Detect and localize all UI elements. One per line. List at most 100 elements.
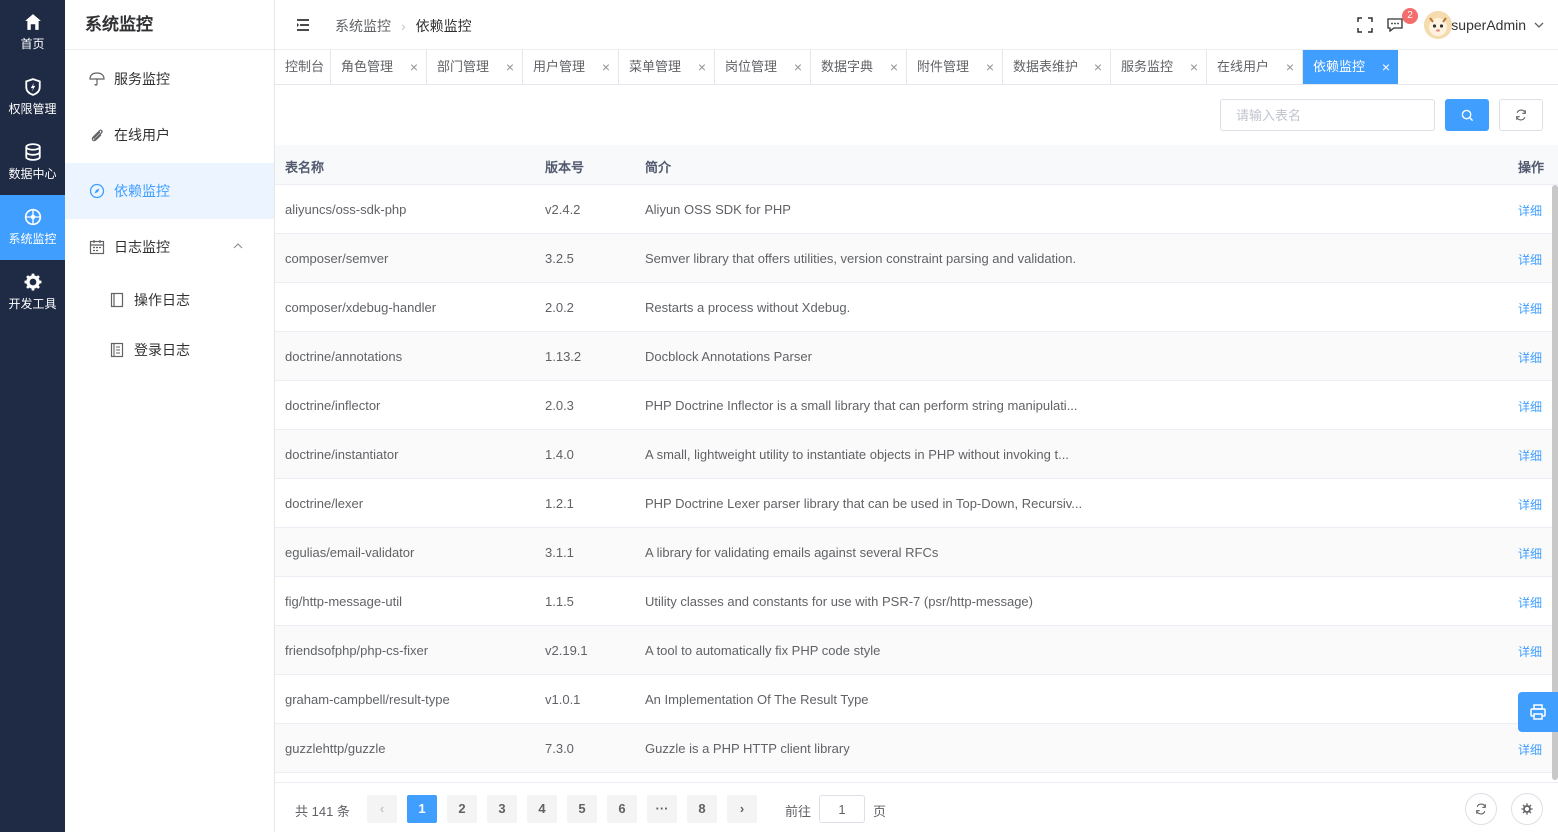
page-button[interactable]: 5 <box>567 795 597 823</box>
goto-page-input[interactable] <box>819 795 865 823</box>
rail-item-dev-tools[interactable]: 开发工具 <box>0 260 65 325</box>
prev-page-button[interactable]: ‹ <box>367 795 397 823</box>
close-icon[interactable]: × <box>1190 50 1198 84</box>
page-button[interactable]: 4 <box>527 795 557 823</box>
cell-name: friendsofphp/php-cs-fixer <box>285 643 429 658</box>
paperclip-icon <box>91 129 103 142</box>
table-settings-button[interactable] <box>1511 793 1543 825</box>
umbrella-icon <box>89 72 105 86</box>
table-row: friendsofphp/php-cs-fixer v2.19.1 A tool… <box>275 626 1555 675</box>
table-row: doctrine/annotations 1.13.2 Docblock Ann… <box>275 332 1555 381</box>
page-button[interactable]: 2 <box>447 795 477 823</box>
tab-attachments[interactable]: 附件管理 × <box>907 50 1003 84</box>
table-scrollbar[interactable] <box>1552 185 1558 780</box>
chevron-down-icon[interactable] <box>1534 21 1544 29</box>
calendar-icon <box>89 240 105 255</box>
menu-item-operation-log[interactable]: 操作日志 <box>65 275 274 325</box>
floating-tool-button[interactable] <box>1518 692 1558 732</box>
close-icon[interactable]: × <box>1286 50 1294 84</box>
close-icon[interactable]: × <box>1382 50 1390 84</box>
settings-icon <box>1521 803 1533 815</box>
menu-item-online-users[interactable]: 在线用户 <box>65 107 274 163</box>
refresh-icon <box>1516 109 1526 121</box>
tab-users[interactable]: 用户管理 × <box>523 50 619 84</box>
tab-dashboard[interactable]: 控制台 <box>275 50 331 84</box>
detail-link[interactable]: 详细 <box>1518 741 1542 758</box>
table-row: aliyuncs/oss-sdk-php v2.4.2 Aliyun OSS S… <box>275 185 1555 234</box>
tab-online-users[interactable]: 在线用户 × <box>1207 50 1303 84</box>
cell-version: 3.1.1 <box>545 545 574 560</box>
close-icon[interactable]: × <box>986 50 994 84</box>
tab-roles[interactable]: 角色管理 × <box>331 50 427 84</box>
rail-item-home[interactable]: 首页 <box>0 0 65 65</box>
close-icon[interactable]: × <box>506 50 514 84</box>
close-icon[interactable]: × <box>410 50 418 84</box>
cell-description: Semver library that offers utilities, ve… <box>645 251 1077 266</box>
printer-icon <box>1530 704 1546 720</box>
tab-table-maintenance[interactable]: 数据表维护 × <box>1003 50 1111 84</box>
username[interactable]: superAdmin <box>1451 17 1526 33</box>
search-input[interactable] <box>1220 99 1435 131</box>
more-pages-button[interactable]: ··· <box>647 795 677 823</box>
cell-version: 7.3.0 <box>545 741 574 756</box>
detail-link[interactable]: 详细 <box>1518 398 1542 415</box>
cell-name: composer/semver <box>285 251 389 266</box>
page-button[interactable]: 6 <box>607 795 637 823</box>
detail-link[interactable]: 详细 <box>1518 300 1542 317</box>
avatar[interactable] <box>1424 11 1452 39</box>
rail-item-system-monitor[interactable]: 系统监控 <box>0 195 65 260</box>
tab-service-monitor[interactable]: 服务监控 × <box>1111 50 1207 84</box>
cell-name: guzzlehttp/guzzle <box>285 741 386 756</box>
rail-item-permissions[interactable]: 权限管理 <box>0 65 65 130</box>
cell-version: v1.0.1 <box>545 692 581 707</box>
next-page-button[interactable]: › <box>727 795 757 823</box>
cell-description: A library for validating emails against … <box>645 545 939 560</box>
tab-label: 附件管理 <box>917 59 970 74</box>
menu-item-log-monitor[interactable]: 日志监控 <box>65 219 274 275</box>
menu-item-dependency-monitor[interactable]: 依赖监控 <box>65 163 274 219</box>
search-button[interactable] <box>1445 99 1489 131</box>
fullscreen-icon[interactable] <box>1357 17 1373 33</box>
refresh-button[interactable] <box>1499 99 1543 131</box>
tab-label: 数据表维护 <box>1013 59 1079 74</box>
detail-link[interactable]: 详细 <box>1518 202 1542 219</box>
close-icon[interactable]: × <box>794 50 802 84</box>
cell-version: v2.19.1 <box>545 643 588 658</box>
close-icon[interactable]: × <box>890 50 898 84</box>
detail-link[interactable]: 详细 <box>1518 251 1542 268</box>
cell-name: egulias/email-validator <box>285 545 415 560</box>
tab-label: 控制台 <box>285 59 325 74</box>
tab-menus[interactable]: 菜单管理 × <box>619 50 715 84</box>
menu-item-login-log[interactable]: 登录日志 <box>65 325 274 375</box>
page-button[interactable]: 8 <box>687 795 717 823</box>
cell-description: Guzzle is a PHP HTTP client library <box>645 741 850 756</box>
tab-dependency-monitor[interactable]: 依赖监控 × <box>1303 50 1398 84</box>
scrollbar-thumb[interactable] <box>1552 185 1558 780</box>
page-button[interactable]: 3 <box>487 795 517 823</box>
page-button[interactable]: 1 <box>407 795 437 823</box>
column-header-actions: 操作 <box>1518 160 1545 175</box>
rail-item-data-center[interactable]: 数据中心 <box>0 130 65 195</box>
detail-link[interactable]: 详细 <box>1518 496 1542 513</box>
cell-description: An Implementation Of The Result Type <box>645 692 869 707</box>
table-row: guzzlehttp/guzzle 7.3.0 Guzzle is a PHP … <box>275 724 1555 773</box>
tab-label: 在线用户 <box>1217 59 1270 74</box>
close-icon[interactable]: × <box>602 50 610 84</box>
detail-link[interactable]: 详细 <box>1518 594 1542 611</box>
tab-dictionary[interactable]: 数据字典 × <box>811 50 907 84</box>
close-icon[interactable]: × <box>1094 50 1102 84</box>
close-icon[interactable]: × <box>698 50 706 84</box>
detail-link[interactable]: 详细 <box>1518 545 1542 562</box>
tab-posts[interactable]: 岗位管理 × <box>715 50 811 84</box>
tab-label: 依赖监控 <box>1313 59 1366 74</box>
detail-link[interactable]: 详细 <box>1518 447 1542 464</box>
menu-item-service-monitor[interactable]: 服务监控 <box>65 51 274 107</box>
detail-link[interactable]: 详细 <box>1518 643 1542 660</box>
cell-version: 2.0.3 <box>545 398 574 413</box>
tab-departments[interactable]: 部门管理 × <box>427 50 523 84</box>
tab-label: 部门管理 <box>437 59 490 74</box>
message-icon[interactable] <box>1386 17 1404 33</box>
cell-name: doctrine/inflector <box>285 398 381 413</box>
detail-link[interactable]: 详细 <box>1518 349 1542 366</box>
refresh-table-button[interactable] <box>1465 793 1497 825</box>
